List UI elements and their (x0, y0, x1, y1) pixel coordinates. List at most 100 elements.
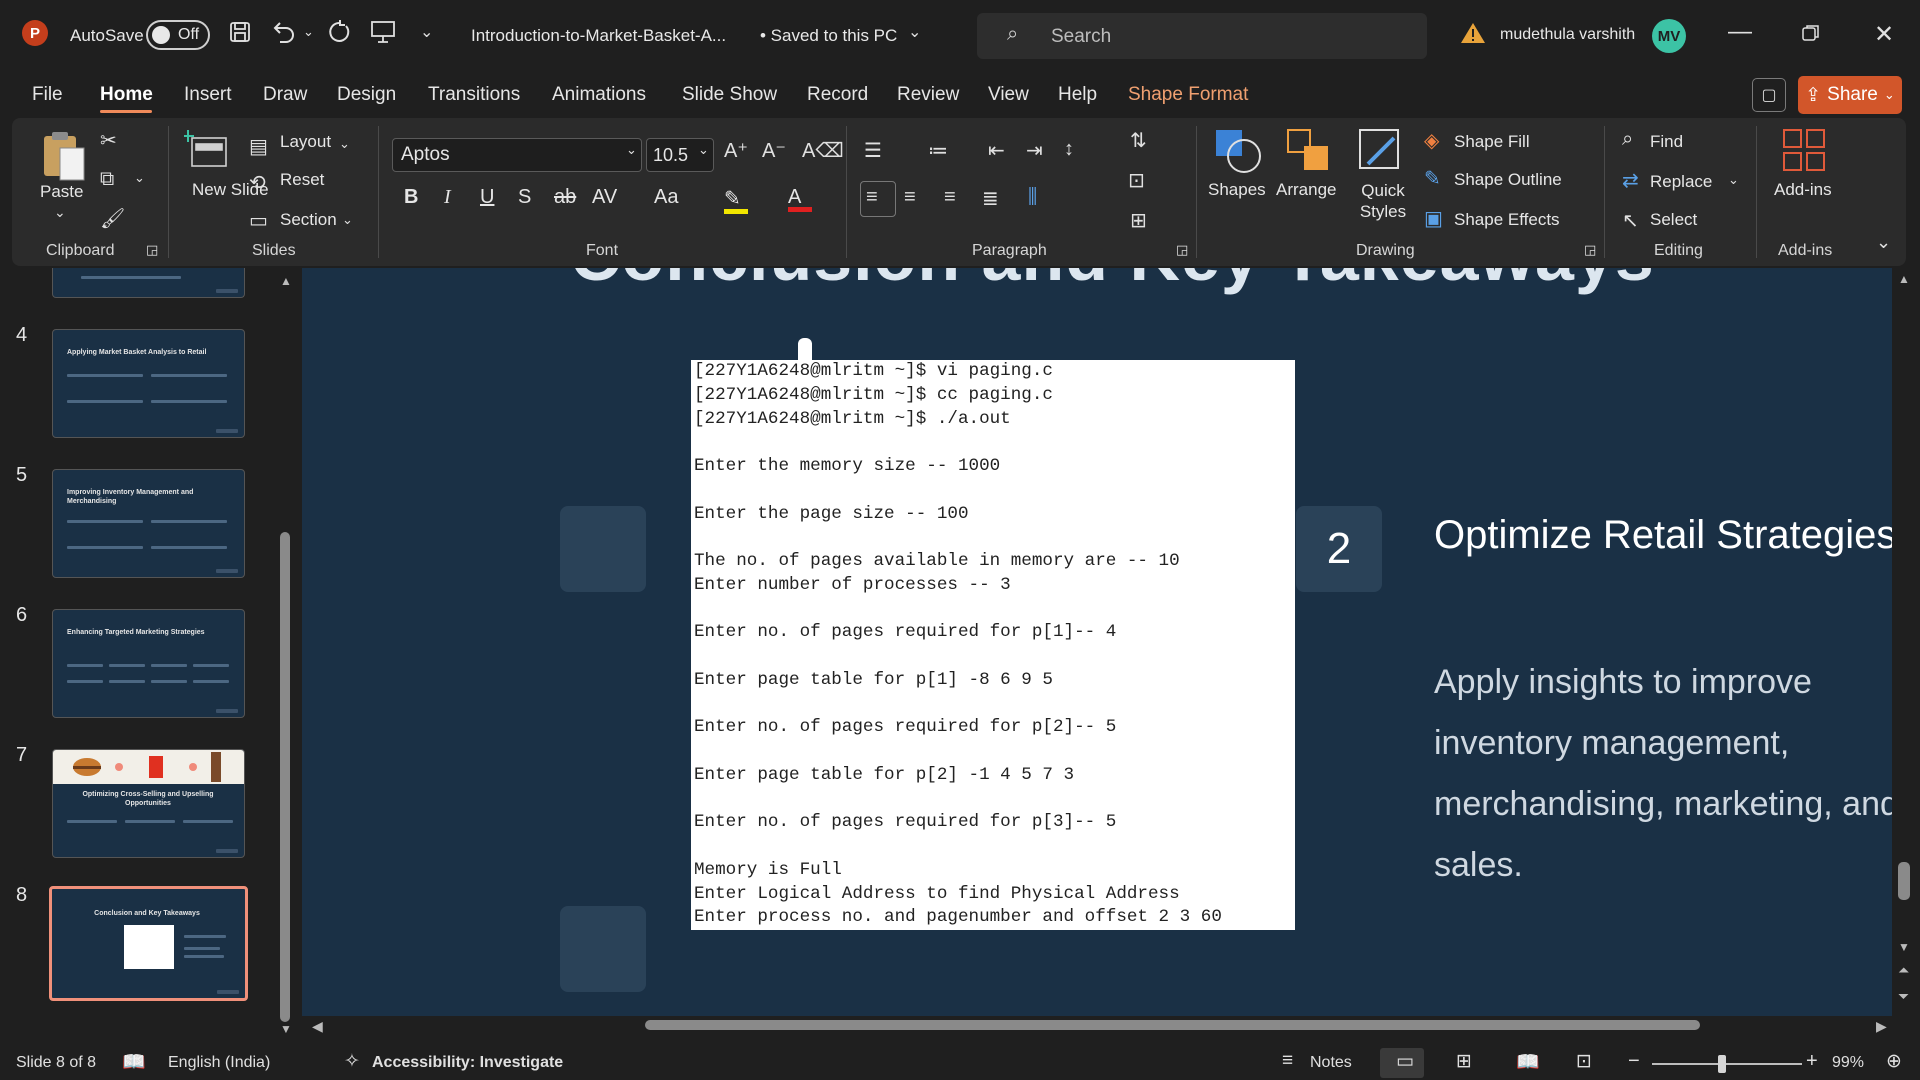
convert-to-smartart-icon[interactable]: ⊞ (1130, 208, 1147, 233)
next-slide-icon[interactable]: ⏷ (1898, 988, 1909, 1005)
zoom-slider[interactable] (1652, 1063, 1802, 1065)
image-rotate-handle[interactable] (798, 338, 812, 362)
previous-slide-icon[interactable]: ⏶ (1898, 962, 1909, 979)
character-spacing-icon[interactable]: AV (592, 186, 617, 209)
zoom-level[interactable]: 99% (1832, 1054, 1864, 1072)
font-family-select[interactable]: Aptos (392, 138, 642, 172)
numbering-icon[interactable]: ≔ (928, 138, 948, 163)
paste-icon[interactable] (40, 130, 86, 186)
slide-sorter-icon[interactable]: ⊞ (1456, 1050, 1472, 1073)
replace-button[interactable]: Replace (1650, 172, 1712, 192)
warning-icon[interactable] (1460, 21, 1486, 49)
dialog-launcher-icon[interactable]: ◲ (1584, 242, 1596, 258)
card-number-box[interactable] (560, 906, 646, 992)
accessibility-status[interactable]: Accessibility: Investigate (372, 1054, 563, 1072)
tab-review[interactable]: Review (897, 84, 959, 106)
document-title[interactable]: Introduction-to-Market-Basket-A... (471, 26, 726, 46)
card-number-box[interactable] (560, 506, 646, 592)
reset-icon[interactable]: ⟲ (249, 170, 266, 195)
shape-outline-icon[interactable]: ✎ (1424, 166, 1441, 191)
layout-button[interactable]: Layout (280, 132, 331, 152)
tab-design[interactable]: Design (337, 84, 396, 106)
dialog-launcher-icon[interactable]: ◲ (1176, 242, 1188, 258)
tab-help[interactable]: Help (1058, 84, 1097, 106)
slide-thumbnail-7[interactable]: Optimizing Cross-Selling and Upselling O… (52, 749, 245, 858)
collapse-ribbon-icon[interactable]: ⌄ (1876, 232, 1891, 253)
present-from-start-icon[interactable] (370, 20, 396, 50)
avatar[interactable]: MV (1652, 19, 1686, 53)
align-center-icon[interactable]: ≡ (904, 186, 916, 209)
text-direction-icon[interactable]: ⇅ (1130, 128, 1147, 153)
layout-icon[interactable]: ▤ (249, 134, 268, 159)
customize-toolbar-icon[interactable]: ⌄ (420, 22, 433, 42)
bullets-icon[interactable]: ☰ (864, 138, 882, 163)
increase-font-size-icon[interactable]: A⁺ (724, 138, 748, 163)
line-spacing-icon[interactable]: ↕ (1064, 138, 1074, 161)
search-box[interactable]: ⌕ Search (977, 13, 1427, 59)
slide-thumbnail-6[interactable]: Enhancing Targeted Marketing Strategies (52, 609, 245, 718)
zoom-slider-knob[interactable] (1718, 1055, 1726, 1073)
font-color-icon[interactable]: A (788, 186, 812, 212)
chevron-down-icon[interactable]: ⌄ (339, 136, 350, 152)
select-button[interactable]: Select (1650, 210, 1697, 230)
copy-icon[interactable]: ⧉ (100, 168, 114, 191)
format-painter-icon[interactable]: 🖌 (100, 206, 125, 231)
align-right-icon[interactable]: ≡ (944, 186, 956, 209)
select-icon[interactable]: ↖ (1622, 208, 1639, 233)
tab-record[interactable]: Record (807, 84, 868, 106)
notes-button[interactable]: Notes (1310, 1054, 1352, 1072)
card-body[interactable]: Apply insights to improve inventory mana… (1434, 652, 1892, 896)
bold-icon[interactable]: B (404, 186, 418, 209)
chevron-down-icon[interactable]: ⌄ (342, 212, 353, 228)
cut-icon[interactable]: ✂ (100, 128, 117, 153)
reset-button[interactable]: Reset (280, 170, 324, 190)
clear-formatting-icon[interactable]: A⌫ (802, 138, 844, 163)
tab-view[interactable]: View (988, 84, 1029, 106)
tab-draw[interactable]: Draw (263, 84, 307, 106)
card-title[interactable]: Optimize Retail Strategies (1434, 505, 1892, 565)
section-button[interactable]: Section (280, 210, 337, 230)
quick-styles-label[interactable]: Quick Styles (1358, 180, 1408, 222)
slide-title[interactable]: Conclusion and Key Takeaways (570, 268, 1655, 296)
zoom-out-icon[interactable]: − (1628, 1050, 1640, 1073)
scroll-down-icon[interactable]: ▼ (280, 1022, 292, 1036)
fit-to-window-icon[interactable]: ⊕ (1886, 1050, 1902, 1073)
slide-show-icon[interactable]: ⊡ (1576, 1050, 1592, 1073)
tab-file[interactable]: File (32, 84, 63, 106)
slide-thumbnail-5[interactable]: Improving Inventory Management and Merch… (52, 469, 245, 578)
autosave-toggle[interactable]: Off (146, 20, 210, 50)
chevron-down-icon[interactable]: ⌄ (908, 22, 921, 42)
dialog-launcher-icon[interactable]: ◲ (146, 242, 158, 258)
paste-label[interactable]: Paste (40, 182, 83, 202)
scroll-left-icon[interactable]: ◀ (312, 1018, 323, 1035)
section-icon[interactable]: ▭ (249, 208, 268, 233)
undo-dropdown-icon[interactable]: ⌄ (303, 24, 314, 40)
zoom-in-icon[interactable]: + (1806, 1050, 1818, 1073)
highlight-color-icon[interactable]: ✎ (724, 186, 748, 214)
scroll-up-icon[interactable]: ▲ (1898, 272, 1910, 286)
align-text-icon[interactable]: ⊡ (1128, 168, 1145, 193)
thumbnail-scrollbar[interactable] (280, 532, 290, 1022)
tab-insert[interactable]: Insert (184, 84, 232, 106)
scroll-down-icon[interactable]: ▼ (1898, 940, 1910, 954)
find-button[interactable]: Find (1650, 132, 1683, 152)
tab-slide-show[interactable]: Slide Show (682, 84, 777, 106)
strikethrough-icon[interactable]: ab (554, 186, 576, 209)
comments-icon[interactable]: ▢ (1752, 78, 1786, 112)
minimize-icon[interactable]: — (1728, 18, 1752, 46)
quick-styles-icon[interactable] (1358, 128, 1404, 178)
text-shadow-icon[interactable]: S (518, 186, 531, 209)
underline-icon[interactable]: U (480, 186, 494, 209)
chevron-down-icon[interactable]: ⌄ (134, 170, 145, 186)
align-left-icon[interactable]: ≡ (866, 186, 878, 209)
slide-thumbnail-8-selected[interactable]: Conclusion and Key Takeaways (49, 886, 248, 1001)
vertical-scrollbar[interactable] (1898, 862, 1910, 900)
redo-icon[interactable] (326, 18, 352, 50)
card-number-box[interactable]: 2 (1296, 506, 1382, 592)
shapes-label[interactable]: Shapes (1208, 180, 1266, 200)
chevron-down-icon[interactable]: ⌄ (1728, 172, 1739, 188)
shape-outline-button[interactable]: Shape Outline (1454, 170, 1562, 190)
language-indicator[interactable]: English (India) (168, 1054, 270, 1072)
user-name[interactable]: mudethula varshith (1500, 26, 1635, 44)
replace-icon[interactable]: ⇄ (1622, 168, 1639, 193)
